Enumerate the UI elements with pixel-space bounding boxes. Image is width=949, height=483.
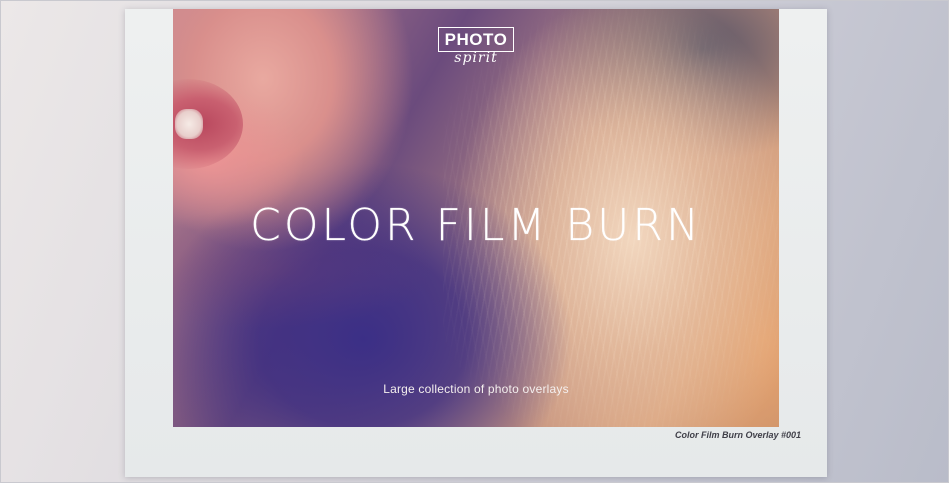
- tagline-text: Large collection of photo overlays: [383, 382, 569, 396]
- teeth-detail: [175, 109, 203, 139]
- logo-script: spirit: [454, 50, 498, 66]
- cover-photo: PHOTO spirit COLOR FILM BURN Large colle…: [173, 9, 779, 427]
- logo-wordmark: PHOTO: [437, 27, 515, 52]
- photo-spirit-logo: PHOTO spirit: [432, 27, 520, 87]
- headline-title: COLOR FILM BURN: [250, 200, 702, 251]
- image-caption: Color Film Burn Overlay #001: [674, 430, 801, 440]
- paper-card: PHOTO spirit COLOR FILM BURN Large colle…: [125, 9, 827, 477]
